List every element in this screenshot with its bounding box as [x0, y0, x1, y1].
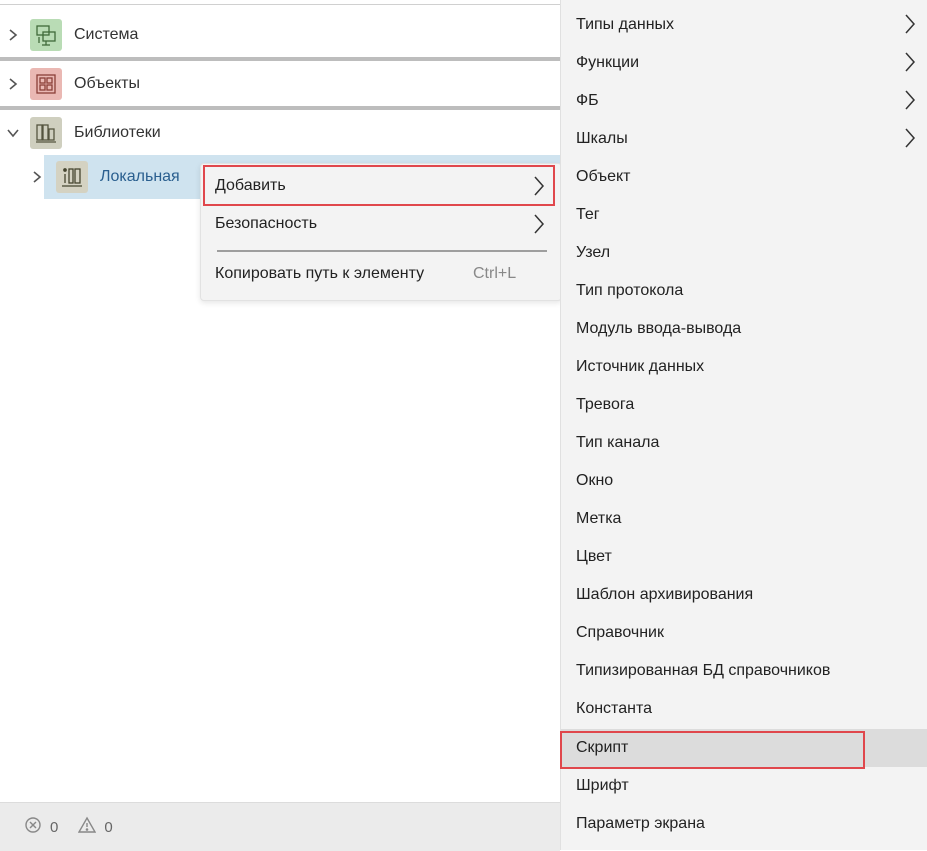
chevron-right-icon — [904, 127, 916, 154]
menu-item-label: ФБ — [576, 92, 599, 109]
objects-icon — [30, 68, 62, 100]
menu-item-label: Копировать путь к элементу — [215, 265, 425, 282]
tree-item-label: Система — [74, 26, 139, 43]
submenu-item-window[interactable]: Окно — [576, 462, 613, 500]
menu-item-label: Окно — [576, 472, 614, 489]
menu-item-label: Тип канала — [576, 434, 660, 451]
chevron-down-icon[interactable] — [6, 126, 20, 140]
submenu-item-data-source[interactable]: Источник данных — [576, 348, 704, 386]
menu-item-label: Справочник — [576, 624, 664, 641]
menu-item-label: Шрифт — [576, 777, 629, 794]
menu-item-copy-path[interactable]: Копировать путь к элементу Ctrl+L — [215, 256, 545, 292]
submenu-item-archive-template[interactable]: Шаблон архивирования — [576, 576, 753, 614]
tree-item-label: Локальная — [100, 168, 180, 185]
chevron-right-icon — [904, 51, 916, 78]
submenu-item-fb[interactable]: ФБ — [576, 82, 599, 120]
submenu-item-data-types[interactable]: Типы данных — [576, 6, 674, 44]
menu-item-security[interactable]: Безопасность — [215, 206, 545, 242]
submenu-item-object[interactable]: Объект — [576, 158, 630, 196]
libraries-icon — [30, 117, 62, 149]
tree-item-label: Объекты — [74, 75, 140, 92]
submenu-item-node[interactable]: Узел — [576, 234, 610, 272]
local-library-icon — [56, 161, 88, 193]
divider — [0, 106, 560, 110]
menu-item-label: Типы данных — [576, 16, 675, 33]
submenu-item-scales[interactable]: Шкалы — [576, 120, 628, 158]
errors-indicator[interactable]: 0 — [24, 816, 58, 838]
chevron-right-icon — [533, 213, 545, 240]
menu-divider — [217, 250, 547, 252]
chevron-right-icon[interactable] — [30, 170, 44, 184]
menu-item-label: Тревога — [576, 396, 635, 413]
menu-item-label: Узел — [576, 244, 611, 261]
menu-item-label: Объект — [576, 168, 631, 185]
menu-item-label: Типизированная БД справочников — [576, 662, 831, 679]
submenu-item-functions[interactable]: Функции — [576, 44, 639, 82]
warning-icon — [78, 816, 97, 838]
submenu-item-label[interactable]: Метка — [576, 500, 621, 538]
menu-item-label: Функции — [576, 54, 640, 71]
status-bar: 0 0 — [0, 802, 560, 851]
submenu-item-protocol-type[interactable]: Тип протокола — [576, 272, 683, 310]
menu-item-label: Шкалы — [576, 130, 628, 147]
menu-item-label: Константа — [576, 700, 652, 717]
tree-top-border — [0, 0, 565, 5]
submenu-item-font[interactable]: Шрифт — [576, 767, 629, 805]
submenu-item-reference[interactable]: Справочник — [576, 614, 664, 652]
tree-item-system[interactable]: Система — [0, 13, 560, 57]
error-icon — [24, 816, 42, 838]
warning-count: 0 — [104, 818, 113, 836]
divider — [0, 57, 560, 61]
highlight-script — [560, 731, 865, 769]
menu-item-label: Тип протокола — [576, 282, 684, 299]
submenu-item-alarm[interactable]: Тревога — [576, 386, 634, 424]
add-submenu: Типы данных Функции ФБ Шкалы Объект Тег … — [560, 0, 927, 850]
submenu-item-color[interactable]: Цвет — [576, 538, 612, 576]
menu-item-label: Шаблон архивирования — [576, 586, 754, 603]
menu-item-label: Источник данных — [576, 358, 705, 375]
submenu-item-screen-parameter[interactable]: Параметр экрана — [576, 805, 705, 843]
menu-item-label: Безопасность — [215, 215, 318, 232]
submenu-item-io-module[interactable]: Модуль ввода-вывода — [576, 310, 741, 348]
shortcut-label: Ctrl+L — [473, 265, 517, 282]
chevron-right-icon — [904, 13, 916, 40]
chevron-right-icon[interactable] — [6, 77, 20, 91]
chevron-right-icon[interactable] — [6, 28, 20, 42]
submenu-item-tag[interactable]: Тег — [576, 196, 600, 234]
error-count: 0 — [50, 818, 59, 836]
tree-item-label: Библиотеки — [74, 124, 161, 141]
submenu-item-constant[interactable]: Константа — [576, 690, 652, 728]
tree-item-objects[interactable]: Объекты — [0, 62, 560, 106]
menu-item-label: Параметр экрана — [576, 815, 705, 832]
submenu-item-channel-type[interactable]: Тип канала — [576, 424, 659, 462]
chevron-right-icon — [904, 89, 916, 116]
menu-item-label: Метка — [576, 510, 622, 527]
menu-item-label: Модуль ввода-вывода — [576, 320, 742, 337]
warnings-indicator[interactable]: 0 — [78, 816, 113, 838]
highlight-add — [203, 165, 555, 206]
tree-item-libraries[interactable]: Библиотеки — [0, 111, 560, 155]
system-icon — [30, 19, 62, 51]
submenu-item-typed-reference-db[interactable]: Типизированная БД справочников — [576, 652, 830, 690]
menu-item-label: Тег — [576, 206, 600, 223]
menu-item-label: Цвет — [576, 548, 612, 565]
